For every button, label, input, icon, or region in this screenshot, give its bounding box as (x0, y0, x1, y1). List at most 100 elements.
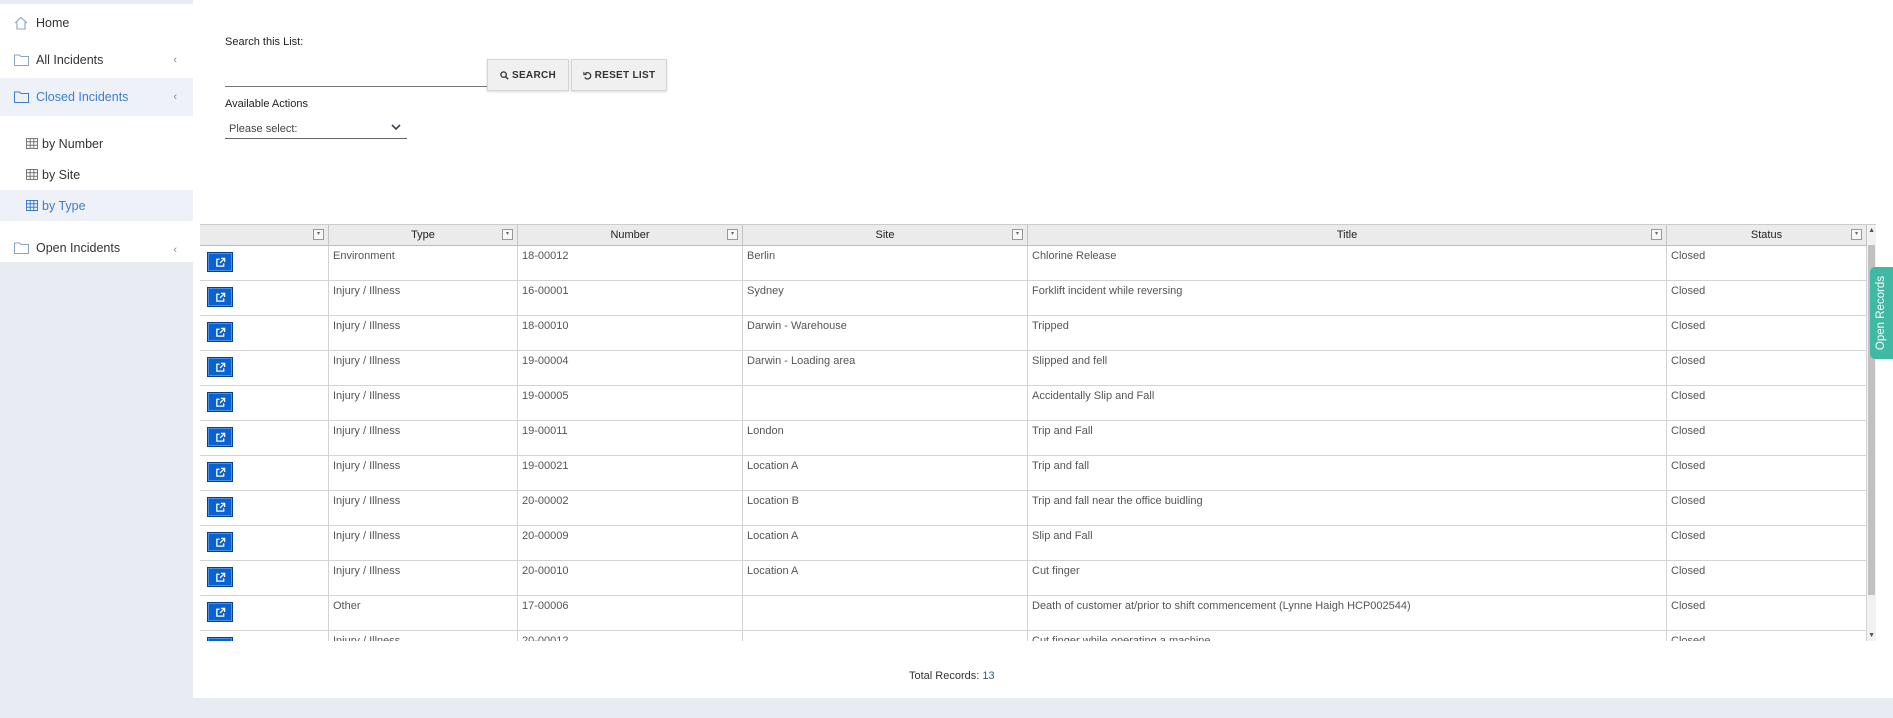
column-header-status[interactable]: Status ▾ (1667, 225, 1867, 245)
open-records-tab[interactable]: Open Records (1870, 267, 1893, 359)
chevron-left-icon: ‹ (173, 91, 177, 103)
external-link-icon (215, 397, 225, 407)
filter-icon[interactable]: ▾ (1851, 229, 1862, 240)
open-cell (200, 281, 329, 316)
open-record-button[interactable] (207, 252, 233, 272)
cell-number: 19-00004 (518, 351, 743, 386)
reset-list-button[interactable]: RESET LIST (571, 59, 667, 91)
cell-title: Slipped and fell (1028, 351, 1667, 386)
cell-title: Chlorine Release (1028, 246, 1667, 281)
cell-type: Injury / Illness (329, 316, 518, 351)
cell-title: Tripped (1028, 316, 1667, 351)
cell-type: Other (329, 596, 518, 631)
open-record-button[interactable] (207, 567, 233, 587)
open-cell (200, 421, 329, 456)
cell-status: Closed (1667, 631, 1867, 641)
cell-site: Darwin - Loading area (743, 351, 1028, 386)
nav-closed-incidents[interactable]: Closed Incidents ‹ (0, 78, 193, 116)
table-icon (26, 200, 38, 211)
cell-type: Injury / Illness (329, 491, 518, 526)
open-record-button[interactable] (207, 427, 233, 447)
cell-type: Injury / Illness (329, 561, 518, 596)
cell-type: Injury / Illness (329, 456, 518, 491)
external-link-icon (215, 572, 225, 582)
sub-item-label: by Site (42, 167, 81, 182)
table-row: Injury / Illness 19-00011 London Trip and F… (200, 421, 1876, 456)
column-header-label: Type (411, 229, 435, 241)
column-header-number[interactable]: Number ▾ (518, 225, 743, 245)
column-header-label: Number (610, 229, 650, 241)
open-record-button[interactable] (207, 287, 233, 307)
actions-label: Available Actions (225, 98, 308, 110)
cell-status: Closed (1667, 596, 1867, 631)
cell-status: Closed (1667, 456, 1867, 491)
main-panel: Search this List: SEARCH RESET LIST Avai… (193, 0, 1893, 698)
column-header-site[interactable]: Site ▾ (743, 225, 1028, 245)
open-record-button[interactable] (207, 462, 233, 482)
open-record-button[interactable] (207, 602, 233, 622)
chevron-down-icon (391, 122, 401, 134)
table-row: Injury / Illness 20-00002 Location B Trip a… (200, 491, 1876, 526)
search-input[interactable] (225, 56, 487, 87)
column-header-title[interactable]: Title ▾ (1028, 225, 1667, 245)
cell-site (743, 386, 1028, 421)
cell-title: Death of customer at/prior to shift comm… (1028, 596, 1667, 631)
cell-status: Closed (1667, 246, 1867, 281)
actions-select[interactable]: Please select: (225, 119, 407, 139)
cell-title: Trip and fall (1028, 456, 1667, 491)
nav-open-incidents[interactable]: Open Incidents ‹ (0, 231, 193, 265)
cell-site: Darwin - Warehouse (743, 316, 1028, 351)
open-record-button[interactable] (207, 392, 233, 412)
filter-icon[interactable]: ▾ (727, 229, 738, 240)
column-header-label: Title (1336, 229, 1358, 241)
search-button-label: SEARCH (511, 69, 557, 81)
filter-icon[interactable]: ▾ (1651, 229, 1662, 240)
total-records-count: 13 (982, 670, 995, 682)
nav-home[interactable]: Home (0, 4, 193, 41)
cell-status: Closed (1667, 526, 1867, 561)
cell-site: Sydney (743, 281, 1028, 316)
filter-icon[interactable]: ▾ (1012, 229, 1023, 240)
external-link-icon (215, 607, 225, 617)
table-row: Injury / Illness 20-00010 Location A Cut fi… (200, 561, 1876, 596)
cell-type: Injury / Illness (329, 631, 518, 641)
open-record-button[interactable] (207, 497, 233, 517)
nav-closed-incidents-label: Closed Incidents (36, 90, 129, 104)
open-records-tab-label: Open Records (1875, 275, 1888, 351)
sub-item-by-type[interactable]: by Type (0, 190, 193, 221)
cell-type: Injury / Illness (329, 386, 518, 421)
table-row: Injury / Illness 16-00001 Sydney Forklift i… (200, 281, 1876, 316)
cell-status: Closed (1667, 491, 1867, 526)
sub-item-by-site[interactable]: by Site (0, 159, 193, 190)
column-header-type[interactable]: Type ▾ (329, 225, 518, 245)
scroll-down-icon[interactable]: ▼ (1868, 632, 1875, 639)
cell-status: Closed (1667, 281, 1867, 316)
open-record-button[interactable] (207, 322, 233, 342)
chevron-left-icon: ‹ (173, 244, 177, 256)
open-record-button[interactable] (207, 532, 233, 552)
open-cell (200, 246, 329, 281)
table-row: Injury / Illness 19-00005 Accidentally Sli… (200, 386, 1876, 421)
table-icon (26, 169, 38, 180)
external-link-icon (215, 327, 225, 337)
nav-all-incidents[interactable]: All Incidents ‹ (0, 41, 193, 78)
open-cell (200, 386, 329, 421)
open-record-button[interactable] (207, 357, 233, 377)
search-button[interactable]: SEARCH (487, 59, 569, 91)
scroll-up-icon[interactable]: ▲ (1868, 227, 1875, 234)
column-header-open[interactable]: ▾ (200, 225, 329, 245)
folder-icon (14, 53, 30, 67)
cell-status: Closed (1667, 421, 1867, 456)
folder-icon (14, 90, 30, 104)
sidebar: Home All Incidents ‹ Closed Incidents ‹ … (0, 0, 193, 718)
cell-number: 18-00010 (518, 316, 743, 351)
table-row: Injury / Illness 18-00010 Darwin - Warehou… (200, 316, 1876, 351)
table-row: Injury / Illness 20-00009 Location A Slip a… (200, 526, 1876, 561)
column-header-label: Site (875, 229, 895, 241)
open-record-button[interactable] (207, 637, 233, 641)
sub-item-by-number[interactable]: by Number (0, 128, 193, 159)
records-grid: ▾ Type ▾ Number ▾ Site ▾ Title ▾ Status ▾ Environm… (200, 224, 1876, 641)
external-link-icon (215, 362, 225, 372)
filter-icon[interactable]: ▾ (313, 229, 324, 240)
filter-icon[interactable]: ▾ (502, 229, 513, 240)
